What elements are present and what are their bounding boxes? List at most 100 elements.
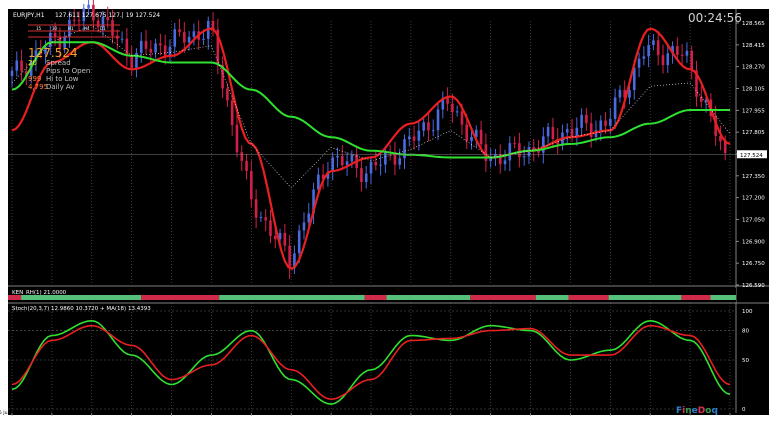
trend-segment [21, 295, 142, 300]
candle-body [10, 70, 14, 77]
candle-body [168, 46, 172, 56]
price-label: 127.050 [742, 218, 765, 224]
price-label: 126.900 [742, 239, 765, 245]
candle-body [460, 111, 464, 125]
candle-body [48, 33, 52, 48]
candle-body [508, 143, 512, 161]
price-label: 128.565 [742, 21, 765, 27]
candle-body [130, 55, 133, 69]
stochastic-level-label: 50 [742, 358, 749, 364]
time-label: 15 Jun 23:00 [76, 410, 105, 416]
candle-body [609, 118, 612, 126]
candle-body [245, 160, 248, 172]
price-label: 128.105 [742, 87, 765, 93]
symbol-label: EURJPY,H1 [13, 12, 45, 19]
time-label: 18 Jun 15:00 [156, 410, 185, 416]
trend-segment [568, 295, 609, 300]
candle-body [661, 55, 665, 66]
candle-body [685, 50, 689, 56]
candle-body [226, 88, 229, 101]
candle-body [235, 124, 239, 153]
trend-segment [681, 295, 711, 300]
candle-body [518, 143, 521, 158]
trend-segment [141, 295, 220, 300]
candle-body [465, 124, 469, 142]
trend-segment [608, 295, 682, 300]
watermark-letter: q [711, 406, 717, 416]
stochastic-level-label: 100 [742, 309, 753, 315]
price-label: 128.270 [742, 65, 765, 71]
candle-body [111, 20, 114, 36]
candle-body [144, 40, 148, 49]
candle-body [613, 97, 617, 119]
price-label: 127.805 [742, 130, 765, 136]
time-label: 19 Jun 07:00 [235, 410, 264, 416]
candle-body [676, 45, 679, 55]
candle-body [618, 89, 622, 98]
candle-body [159, 43, 162, 46]
candle-body [642, 56, 646, 59]
chart-background [8, 9, 769, 415]
timeframe-label: D1 [100, 26, 106, 31]
candle-body [369, 161, 373, 174]
info-row-value: 999 [28, 75, 41, 83]
candle-body [77, 20, 81, 22]
time-label: 21 Jun 23:00 [554, 410, 583, 416]
candle-body [628, 90, 631, 98]
candle-body [154, 43, 157, 53]
time-label: 22 Jun 07:00 [594, 410, 623, 416]
watermark-logo: FineDoq [676, 406, 718, 416]
time-label: 18 Jun 07:00 [116, 410, 145, 416]
candle-body [173, 29, 177, 47]
watermark-text: FineDoq [676, 406, 718, 416]
stochastic-level-label: 80 [742, 329, 749, 335]
candle-body [345, 161, 349, 166]
candle-body [537, 150, 540, 153]
timeframe-label: 15 [36, 26, 42, 31]
info-row-label: Hi to Low [46, 75, 79, 83]
trading-chart[interactable]: EURJPY,H1 127.611 127.675 127.| 19 127.5… [0, 0, 772, 431]
time-label: 20 Jun 07:00 [355, 410, 384, 416]
candle-body [20, 60, 23, 72]
time-label: 19 Jun 23:00 [315, 410, 344, 416]
candle-body [604, 120, 607, 126]
candle-body [680, 54, 684, 56]
candle-body [149, 48, 153, 53]
timeframe-label: H1 [68, 26, 74, 31]
candle-body [412, 136, 416, 141]
candle-body [398, 158, 402, 165]
info-row-label: Daily Av [46, 83, 74, 91]
trend-segment [470, 295, 536, 300]
candle-body [360, 168, 363, 182]
candle-body [187, 36, 191, 43]
candle-body [139, 40, 143, 53]
info-row-label: Pips to Open [46, 67, 90, 75]
candle-body [125, 38, 129, 56]
candle-clock: 00:24:56 [688, 11, 742, 25]
candle-body [192, 31, 196, 37]
candle-body [503, 160, 507, 165]
candle-body [666, 53, 670, 66]
candle-body [288, 245, 291, 269]
candle-body [259, 217, 263, 219]
candle-body [72, 19, 76, 21]
info-price: 127.524 [28, 46, 78, 60]
candle-body [307, 213, 311, 223]
time-label: 15 Jun 2018 [0, 410, 24, 416]
trend-segment [535, 295, 569, 300]
price-label: 126.750 [742, 261, 765, 267]
candle-body [585, 114, 588, 124]
candle-body [479, 129, 483, 145]
candle-body [690, 50, 694, 71]
timeframe-label: H4 [84, 26, 90, 31]
candle-body [15, 60, 19, 71]
candle-body [580, 114, 583, 128]
candle-body [283, 232, 287, 246]
current-price-label: 127.524 [740, 153, 763, 159]
candle-body [575, 127, 579, 136]
time-label: 21 Jun 15:00 [515, 410, 544, 416]
candle-body [202, 38, 205, 40]
info-row-value: 20 [28, 59, 37, 67]
candle-body [379, 164, 382, 166]
trend-segment [364, 295, 387, 300]
